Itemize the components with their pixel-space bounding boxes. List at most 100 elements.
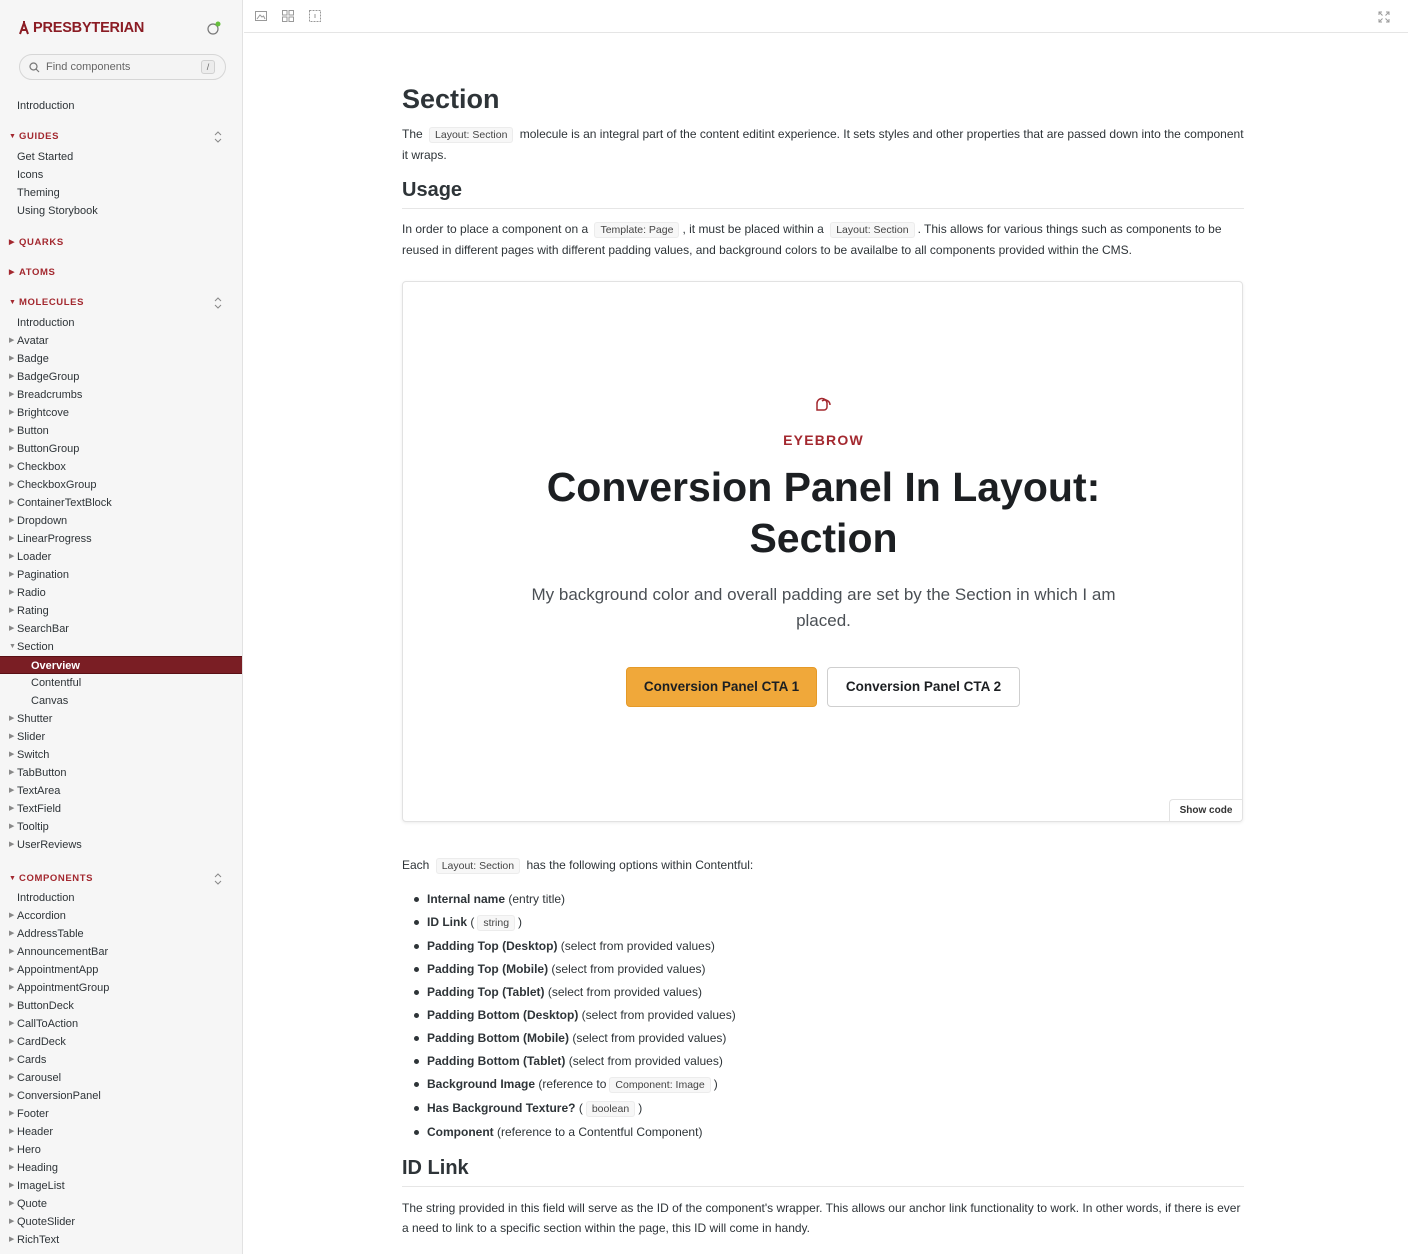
usage-heading: Usage <box>402 179 1244 209</box>
nav-item[interactable]: ▶ UserReviews <box>0 836 242 854</box>
group-components[interactable]: ▼ COMPONENTS <box>0 870 242 888</box>
nav-item[interactable]: Introduction <box>0 889 242 907</box>
nav-item-overview[interactable]: Overview <box>0 656 242 674</box>
nav-item[interactable]: ▶ Brightcove <box>0 404 242 422</box>
nav-item-canvas[interactable]: Canvas <box>0 692 242 710</box>
list-item: Padding Top (Desktop) (select from provi… <box>414 935 736 958</box>
nav-item[interactable]: ▶ CheckboxGroup <box>0 476 242 494</box>
nav-item[interactable]: ▶ Heading <box>0 1159 242 1177</box>
nav-item[interactable]: ▶ QuoteSlider <box>0 1213 242 1231</box>
chevron-right-icon: ▶ <box>9 269 15 276</box>
nav-item[interactable]: ▶ TextArea <box>0 782 242 800</box>
caret-right-icon: ▶ <box>9 481 15 488</box>
fullscreen-icon[interactable] <box>1378 11 1390 23</box>
show-code-button[interactable]: Show code <box>1169 799 1242 821</box>
brand-logo[interactable]: PRESBYTERIAN <box>18 20 144 36</box>
nav-item[interactable]: ▶ Rating <box>0 602 242 620</box>
option-desc: (select from provided values) <box>544 985 702 999</box>
inline-code: string <box>477 915 516 931</box>
nav-item[interactable]: ▶ Footer <box>0 1105 242 1123</box>
cta-primary-button[interactable]: Conversion Panel CTA 1 <box>626 667 817 707</box>
search-input[interactable]: Find components / <box>19 54 226 80</box>
image-icon[interactable] <box>255 10 267 22</box>
outline-icon[interactable] <box>309 10 321 22</box>
nav-item-get-started[interactable]: Get Started <box>0 148 242 166</box>
group-guides-label: GUIDES <box>19 131 60 142</box>
nav-item[interactable]: ▶ Button <box>0 422 242 440</box>
nav-item-contentful[interactable]: Contentful <box>0 674 242 692</box>
nav-item[interactable]: ▶ Switch <box>0 746 242 764</box>
nav-item[interactable]: ▶ Slider <box>0 728 242 746</box>
caret-right-icon: ▶ <box>9 499 15 506</box>
expand-collapse-icon[interactable] <box>214 297 222 309</box>
nav-item[interactable]: ▶ AppointmentGroup <box>0 979 242 997</box>
nav-item-theming[interactable]: Theming <box>0 184 242 202</box>
nav-item[interactable]: ▶ Shutter <box>0 710 242 728</box>
caret-right-icon: ▶ <box>9 553 15 560</box>
option-desc: (select from provided values) <box>568 1031 727 1045</box>
nav-item[interactable]: Introduction <box>0 314 242 332</box>
expand-collapse-icon[interactable] <box>214 873 222 885</box>
expand-collapse-icon[interactable] <box>214 131 222 143</box>
nav-item[interactable]: ▶ RichText <box>0 1231 242 1249</box>
nav-item[interactable]: ▶ Radio <box>0 584 242 602</box>
nav-item[interactable]: ▶ Breadcrumbs <box>0 386 242 404</box>
group-molecules[interactable]: ▼ MOLECULES <box>0 294 242 312</box>
nav-item[interactable]: ▶ CardDeck <box>0 1033 242 1051</box>
caret-right-icon: ▶ <box>9 1236 15 1243</box>
group-guides[interactable]: ▼ GUIDES <box>0 128 242 146</box>
nav-item[interactable]: ▶ LinearProgress <box>0 530 242 548</box>
nav-item[interactable]: ▶ ButtonDeck <box>0 997 242 1015</box>
nav-item[interactable]: ▶ ContainerTextBlock <box>0 494 242 512</box>
caret-right-icon: ▶ <box>9 445 15 452</box>
list-item: Padding Top (Tablet) (select from provid… <box>414 981 736 1004</box>
nav-item[interactable]: ▶ ImageList <box>0 1177 242 1195</box>
nav-item[interactable]: ▶ Cards <box>0 1051 242 1069</box>
nav-item[interactable]: ▶ Accordion <box>0 907 242 925</box>
nav-item-introduction[interactable]: Introduction <box>0 97 242 115</box>
preview-heading-line: Conversion Panel In Layout: <box>546 464 1101 510</box>
nav-item[interactable]: ▶ SearchBar <box>0 620 242 638</box>
grid-icon[interactable] <box>282 10 294 22</box>
list-item: Padding Bottom (Tablet) (select from pro… <box>414 1050 736 1073</box>
nav-root: Introduction <box>0 97 242 115</box>
caret-right-icon: ▶ <box>9 733 15 740</box>
nav-item[interactable]: ▶ Quote <box>0 1195 242 1213</box>
nav-item[interactable]: ▶ Avatar <box>0 332 242 350</box>
nav-item-section[interactable]: ▼ Section <box>0 638 242 656</box>
nav-item[interactable]: ▶ ButtonGroup <box>0 440 242 458</box>
nav-item[interactable]: ▶ Dropdown <box>0 512 242 530</box>
nav-item[interactable]: ▶ Tooltip <box>0 818 242 836</box>
nav-item[interactable]: ▶ Header <box>0 1123 242 1141</box>
nav-item[interactable]: ▶ Hero <box>0 1141 242 1159</box>
nav-item-icons[interactable]: Icons <box>0 166 242 184</box>
nav-item[interactable]: ▶ Pagination <box>0 566 242 584</box>
nav-item-using-storybook[interactable]: Using Storybook <box>0 202 242 220</box>
nav-item[interactable]: ▶ AnnouncementBar <box>0 943 242 961</box>
caret-right-icon: ▶ <box>9 463 15 470</box>
nav-item[interactable]: ▶ ConversionPanel <box>0 1087 242 1105</box>
preview-heading-line: Section <box>749 515 898 561</box>
nav-item[interactable]: ▶ BadgeGroup <box>0 368 242 386</box>
nav-item[interactable]: ▶ CallToAction <box>0 1015 242 1033</box>
caret-right-icon: ▶ <box>9 1218 15 1225</box>
storybook-status-icon[interactable] <box>207 21 221 35</box>
nav-item[interactable]: ▶ TextField <box>0 800 242 818</box>
chevron-down-icon: ▼ <box>9 133 17 140</box>
nav-item[interactable]: ▶ TabButton <box>0 764 242 782</box>
options-intro: Each Layout: Section has the following o… <box>402 855 1244 876</box>
nav-item[interactable]: ▶ AddressTable <box>0 925 242 943</box>
option-desc: (select from provided values) <box>578 1008 736 1022</box>
caret-right-icon: ▶ <box>9 391 15 398</box>
cta-secondary-button[interactable]: Conversion Panel CTA 2 <box>827 667 1020 707</box>
nav-item[interactable]: ▶ Badge <box>0 350 242 368</box>
nav-item[interactable]: ▶ Carousel <box>0 1069 242 1087</box>
options-intro-text: Each <box>402 858 430 872</box>
nav-item[interactable]: ▶ AppointmentApp <box>0 961 242 979</box>
group-atoms[interactable]: ▶ ATOMS <box>0 264 242 282</box>
group-quarks[interactable]: ▶ QUARKS <box>0 234 242 252</box>
inline-code: Layout: Section <box>435 858 521 874</box>
option-desc: (reference to <box>535 1077 607 1091</box>
nav-item[interactable]: ▶ Loader <box>0 548 242 566</box>
nav-item[interactable]: ▶ Checkbox <box>0 458 242 476</box>
